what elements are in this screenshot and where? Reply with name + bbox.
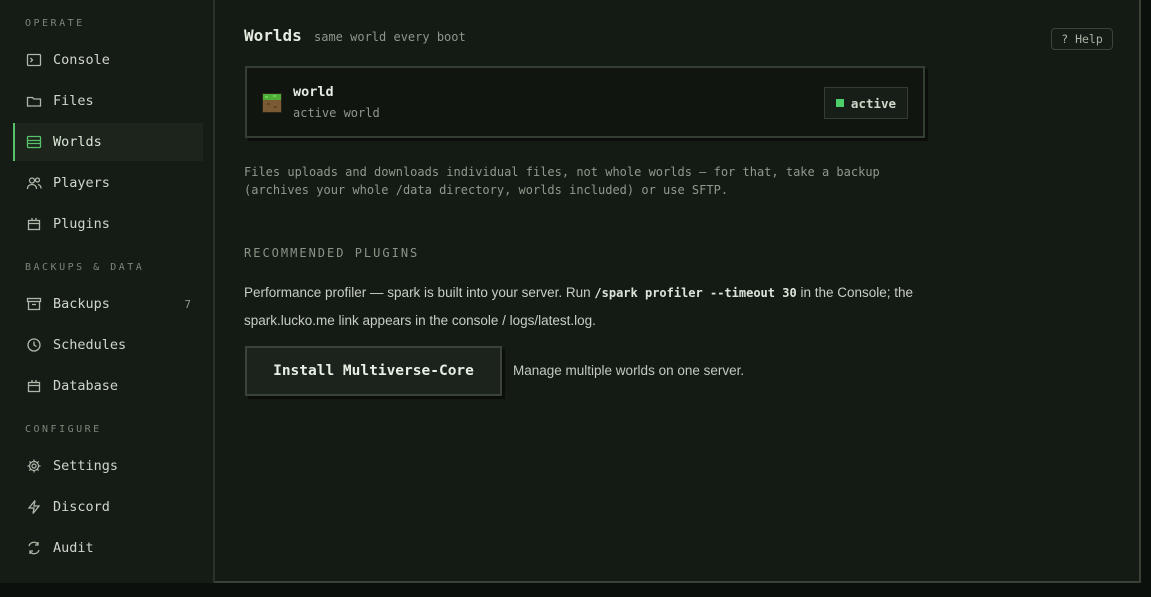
section-label-configure: CONFIGURE [25, 424, 102, 435]
world-subtitle: active world [293, 106, 380, 120]
sidebar-item-label: Plugins [53, 216, 110, 232]
sidebar-item-console[interactable]: Console [13, 41, 203, 79]
perf-command: /spark profiler --timeout 30 [594, 286, 797, 300]
sidebar-item-label: Audit [53, 540, 94, 556]
install-multiverse-core-button[interactable]: Install Multiverse-Core [245, 346, 502, 396]
sidebar-item-label: Database [53, 378, 119, 394]
sidebar-item-schedules[interactable]: Schedules [13, 326, 203, 364]
performance-profiler-text: Performance profiler — spark is built in… [244, 279, 924, 334]
install-description: Manage multiple worlds on one server. [513, 363, 745, 378]
sidebar-item-discord[interactable]: Discord [13, 488, 203, 526]
sidebar-item-label: Discord [53, 499, 110, 515]
page-title: Worlds [244, 26, 302, 45]
recommended-plugins-heading: RECOMMENDED PLUGINS [244, 246, 420, 260]
section-label-backups-data: BACKUPS & DATA [25, 262, 145, 273]
grass-block-icon [262, 93, 282, 113]
folder-icon [26, 93, 42, 109]
database-icon [26, 378, 42, 394]
sidebar-item-label: Settings [53, 458, 119, 474]
sidebar-item-database[interactable]: Database [13, 367, 203, 405]
backups-count-badge: 7 [184, 297, 191, 311]
sidebar-item-files[interactable]: Files [13, 82, 203, 120]
page-subtitle: same world every boot [314, 30, 466, 44]
sidebar-item-worlds[interactable]: Worlds [13, 123, 203, 161]
status-dot-icon [835, 99, 844, 107]
sidebar-item-players[interactable]: Players [13, 164, 203, 202]
plugins-icon [26, 216, 42, 232]
sidebar-item-backups[interactable]: Backups 7 [13, 285, 203, 323]
settings-icon [26, 458, 42, 474]
status-badge: active [824, 87, 908, 119]
sidebar-item-settings[interactable]: Settings [13, 447, 203, 485]
sidebar: OPERATE Console Files Worlds Players Plu… [0, 0, 215, 583]
sidebar-item-label: Files [53, 93, 94, 109]
sidebar-item-label: Worlds [53, 134, 102, 150]
app-window: OPERATE Console Files Worlds Players Plu… [0, 0, 1141, 583]
world-card[interactable]: world active world active [245, 66, 925, 138]
discord-icon [26, 499, 42, 515]
worlds-icon [26, 134, 42, 150]
sidebar-item-label: Schedules [53, 337, 127, 353]
sidebar-item-label: Backups [53, 296, 110, 312]
sidebar-item-label: Players [53, 175, 110, 191]
status-label: active [850, 95, 897, 111]
files-note: Files uploads and downloads individual f… [244, 165, 880, 197]
console-icon [26, 52, 42, 68]
backup-icon [26, 296, 42, 312]
clock-icon [26, 337, 42, 353]
players-icon [26, 175, 42, 191]
audit-icon [26, 540, 42, 556]
sidebar-item-label: Console [53, 52, 110, 68]
section-label-operate: OPERATE [25, 18, 85, 29]
help-button[interactable]: ? Help [1051, 28, 1113, 50]
world-name: world [293, 84, 334, 100]
sidebar-item-audit[interactable]: Audit [13, 529, 203, 567]
sidebar-item-plugins[interactable]: Plugins [13, 205, 203, 243]
perf-text-part-1: Performance profiler — spark is built in… [244, 285, 595, 300]
